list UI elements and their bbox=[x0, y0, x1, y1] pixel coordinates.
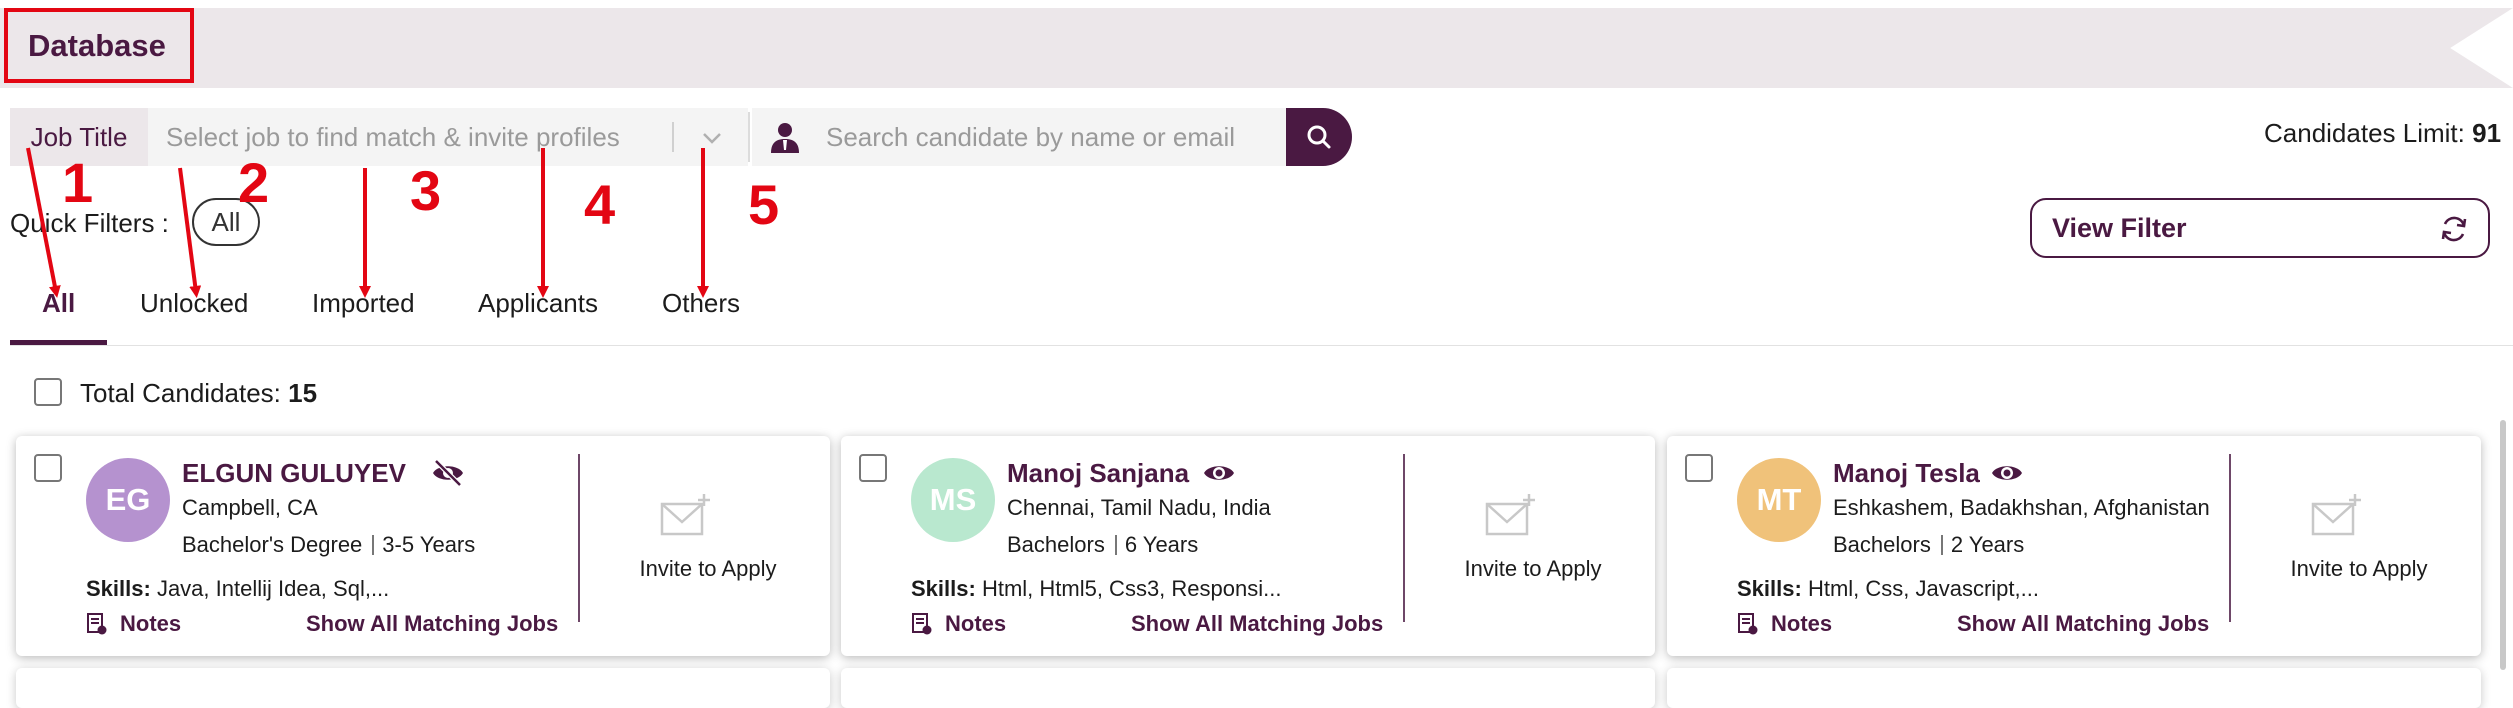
annotation-number-4: 4 bbox=[584, 173, 616, 236]
annotation-number-5: 5 bbox=[748, 173, 780, 236]
annotation-arrow-2 bbox=[178, 167, 202, 298]
annotation-number-2: 2 bbox=[238, 151, 270, 214]
annotation-number-1: 1 bbox=[62, 151, 94, 214]
annotation-number-3: 3 bbox=[410, 159, 442, 222]
annotation-overlay bbox=[26, 147, 709, 298]
annotation-arrow-1 bbox=[26, 147, 61, 298]
